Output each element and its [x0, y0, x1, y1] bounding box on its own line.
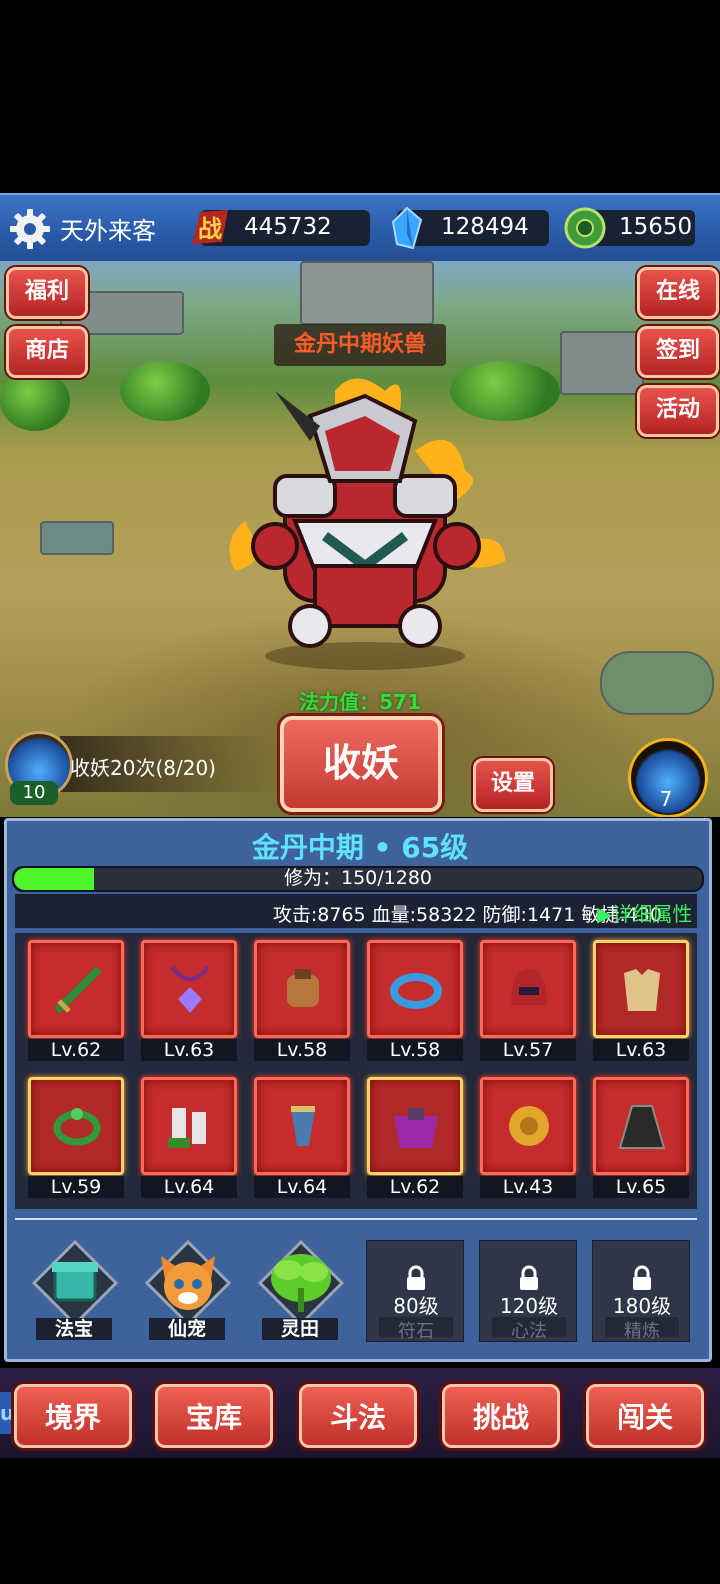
medallion-icon: [509, 1106, 549, 1146]
crystal-gem-icon: [391, 206, 423, 250]
unlock-level: 180级: [612, 1294, 672, 1318]
settings-button[interactable]: 设置: [473, 758, 553, 812]
boots-icon: [168, 1108, 206, 1148]
bracer-icon: [291, 1106, 315, 1146]
equipment-level: Lv.59: [28, 1176, 124, 1198]
spirit-field-icon: [257, 1239, 345, 1327]
equipment-slot[interactable]: [593, 1077, 689, 1175]
equipment-level: Lv.62: [28, 1039, 124, 1061]
locked-feature-name: 精炼: [605, 1317, 679, 1342]
jade-coin-counter: 15650: [564, 207, 695, 249]
armor-icon: [624, 969, 660, 1011]
unlock-level: 120级: [499, 1294, 559, 1318]
bush: [0, 371, 70, 431]
catch-info-text: 收妖20次(8/20): [70, 756, 216, 780]
online-button[interactable]: 在线: [637, 267, 719, 319]
glove-icon: [287, 969, 319, 1007]
battle-scene: 福利 商店 在线 签到 活动 金丹中期妖兽 法力值：571 10 收妖20次(8…: [0, 261, 720, 817]
equipment-level: Lv.64: [141, 1176, 237, 1198]
equipment-level: Lv.57: [480, 1039, 576, 1061]
equipment-level: Lv.63: [141, 1039, 237, 1061]
equipment-slot[interactable]: [593, 940, 689, 1038]
equipment-level: Lv.58: [367, 1039, 463, 1061]
jade-coin-value: 15650: [619, 214, 693, 240]
locked-feature-mind-method[interactable]: 120级 心法: [479, 1240, 577, 1342]
equipment-level: Lv.58: [254, 1039, 350, 1061]
nav-challenge-button[interactable]: 挑战: [442, 1384, 560, 1448]
auto-potion-count: 7: [659, 787, 673, 811]
svg-text:战: 战: [198, 215, 222, 243]
feature-pet[interactable]: 仙宠: [139, 1238, 237, 1348]
mana-value-label: 法力值：571: [299, 690, 421, 714]
sword-icon: [54, 966, 102, 1014]
equipment-slot[interactable]: [254, 1077, 350, 1175]
ring-icon: [53, 1108, 101, 1146]
monster-name: 金丹中期妖兽: [274, 324, 446, 366]
equipment-level: Lv.43: [480, 1176, 576, 1198]
jade-coin-icon: [564, 207, 606, 249]
locked-feature-name: 符石: [379, 1317, 453, 1342]
locked-feature-rune[interactable]: 80级 符石: [366, 1240, 464, 1342]
unlock-level: 80级: [393, 1294, 439, 1318]
welfare-button[interactable]: 福利: [6, 267, 88, 319]
equipment-slot[interactable]: [367, 940, 463, 1038]
equipment-level: Lv.62: [367, 1176, 463, 1198]
equipment-slot[interactable]: [28, 1077, 124, 1175]
equipment-level: Lv.64: [254, 1176, 350, 1198]
realm-title: 金丹中期 • 65级: [251, 831, 469, 864]
helmet-icon: [511, 969, 547, 1005]
player-name: 天外来客: [60, 217, 156, 245]
treasure-icon: [31, 1239, 119, 1327]
cat-pet-icon: [144, 1239, 232, 1327]
activity-button[interactable]: 活动: [637, 385, 719, 437]
nav-duel-button[interactable]: 斗法: [299, 1384, 417, 1448]
panel-divider: [15, 1218, 697, 1220]
locked-feature-name: 心法: [492, 1317, 566, 1342]
shop-button[interactable]: 商店: [6, 326, 88, 378]
bracelet-icon: [390, 973, 442, 1009]
lock-icon: [633, 1265, 651, 1290]
nav-stage-button[interactable]: 闯关: [586, 1384, 704, 1448]
cloak-icon: [618, 1105, 666, 1149]
catch-monster-button[interactable]: 收妖: [280, 716, 442, 812]
equipment-slot[interactable]: [367, 1077, 463, 1175]
cultivation-progress-text: 修为：150/1280: [283, 867, 433, 889]
equipment-slot[interactable]: [480, 940, 576, 1038]
fire-beast-monster[interactable]: [215, 371, 515, 671]
battle-power-counter: 战 445732: [192, 210, 370, 246]
feature-label: 法宝: [36, 1318, 112, 1340]
ruin-pillar: [560, 331, 644, 395]
gear-icon[interactable]: [8, 207, 52, 251]
equipment-slot[interactable]: [141, 1077, 237, 1175]
equipment-level: Lv.63: [593, 1039, 689, 1061]
feature-spirit-field[interactable]: 灵田: [252, 1238, 350, 1348]
crystal-counter: 128494: [391, 206, 549, 250]
checkin-button[interactable]: 签到: [637, 326, 719, 378]
lock-icon: [407, 1265, 425, 1290]
bush: [120, 361, 210, 421]
potion-count-badge: 10: [10, 781, 58, 805]
feature-label: 灵田: [262, 1318, 338, 1340]
equipment-slot[interactable]: [254, 940, 350, 1038]
nav-treasury-button[interactable]: 宝库: [155, 1384, 273, 1448]
amulet-icon: [170, 965, 210, 1013]
lock-icon: [520, 1265, 538, 1290]
equipment-slot[interactable]: [480, 1077, 576, 1175]
nav-realm-button[interactable]: 境界: [14, 1384, 132, 1448]
equipment-slot[interactable]: [28, 940, 124, 1038]
belt-icon: [394, 1108, 438, 1148]
feature-label: 仙宠: [149, 1318, 225, 1340]
equipment-slot[interactable]: [141, 940, 237, 1038]
ruin-rock: [40, 521, 114, 555]
crystal-value: 128494: [441, 214, 529, 240]
statue-pedestal: [300, 261, 434, 325]
equipment-level: Lv.65: [593, 1176, 689, 1198]
feature-treasure[interactable]: 法宝: [26, 1238, 124, 1348]
battle-power-value: 445732: [244, 214, 332, 240]
detail-attributes-link[interactable]: ▶详细属性: [597, 898, 692, 927]
moss-rock: [600, 651, 714, 715]
battle-power-icon: 战: [192, 210, 228, 244]
locked-feature-refine[interactable]: 180级 精炼: [592, 1240, 690, 1342]
top-resource-bar: 天外来客 战 445732 128494 15650: [0, 193, 720, 261]
